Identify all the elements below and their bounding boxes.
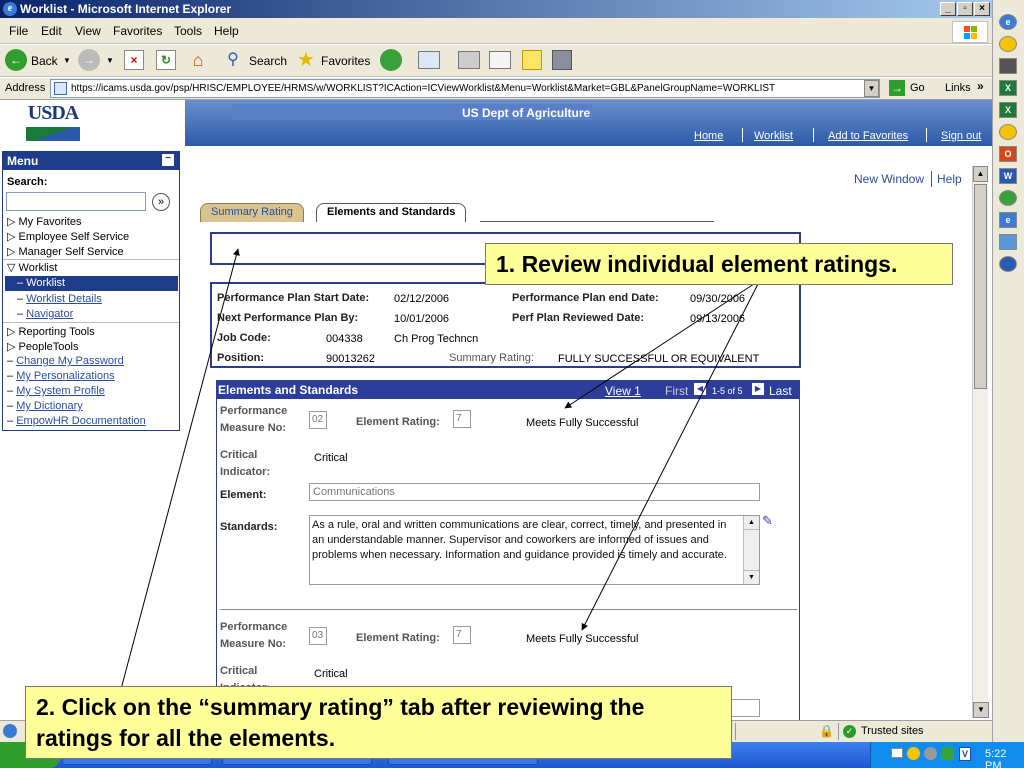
arrow-to-rating-2 [581,279,761,631]
mail-tray-icon[interactable] [891,748,903,758]
clock-tray-icon[interactable] [907,747,920,760]
system-tray: V 5:22 PM [870,742,1024,772]
callout-review-ratings: 1. Review individual element ratings. [485,243,953,285]
shield-tray-icon[interactable]: V [959,747,971,761]
callout-summary-rating-tab: 2. Click on the “summary rating” tab aft… [25,686,732,759]
trusted-sites-text: Trusted sites [861,725,924,737]
clock-time: 5:22 PM [985,748,1007,772]
trusted-check-icon: ✓ [843,725,856,738]
security-tray-icon[interactable] [941,747,954,760]
annotation-arrows [111,248,761,724]
page-status-icon [3,724,17,738]
status-separator [838,723,839,740]
lock-icon: 🔒 [819,724,834,738]
status-separator [735,723,736,740]
arrow-to-rating-1 [564,279,761,409]
arrow-to-summary-tab [111,248,240,724]
network-tray-icon[interactable] [924,747,937,760]
